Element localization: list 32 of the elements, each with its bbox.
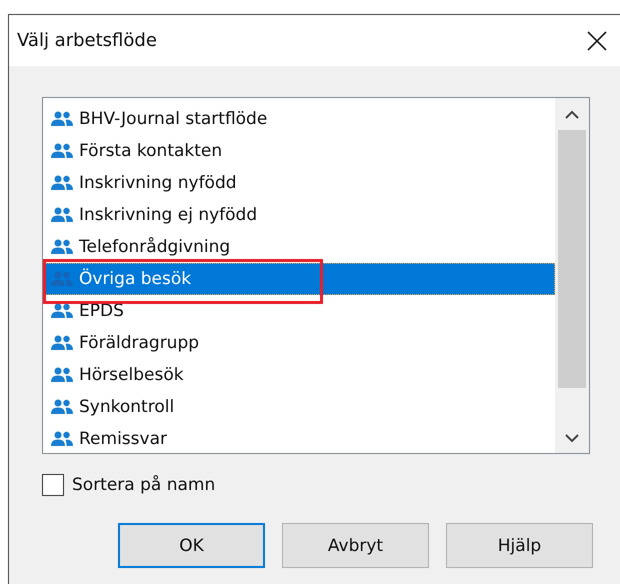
list-item[interactable]: Första kontakten bbox=[45, 135, 555, 167]
people-icon bbox=[51, 143, 73, 159]
people-icon bbox=[51, 335, 73, 351]
people-icon bbox=[51, 399, 73, 415]
people-icon bbox=[51, 303, 73, 319]
sort-checkbox[interactable] bbox=[42, 474, 64, 496]
people-icon bbox=[51, 367, 73, 383]
people-icon bbox=[51, 239, 73, 255]
scroll-up-icon[interactable] bbox=[565, 110, 579, 120]
people-icon bbox=[51, 431, 73, 447]
list-item[interactable]: Föräldragrupp bbox=[45, 327, 555, 359]
list-item[interactable]: Telefonrådgivning bbox=[45, 231, 555, 263]
list-item[interactable]: Remissvar bbox=[45, 423, 555, 453]
scroll-thumb[interactable] bbox=[558, 130, 586, 388]
dialog-button[interactable]: OK bbox=[118, 523, 265, 568]
dialog-button[interactable]: Hjälp bbox=[446, 523, 593, 568]
window-title: Välj arbetsflöde bbox=[17, 30, 157, 51]
people-icon bbox=[51, 207, 73, 223]
dialog-button[interactable]: Avbryt bbox=[282, 523, 429, 568]
close-icon bbox=[587, 30, 607, 50]
people-icon bbox=[51, 175, 73, 191]
people-icon bbox=[51, 271, 73, 287]
checkbox-label: Sortera på namn bbox=[72, 475, 216, 495]
list-item[interactable]: Inskrivning ej nyfödd bbox=[45, 199, 555, 231]
scroll-down-icon[interactable] bbox=[565, 433, 579, 443]
scrollbar[interactable] bbox=[555, 98, 589, 453]
list-item[interactable]: Övriga besök bbox=[45, 263, 555, 295]
list-item[interactable]: BHV-Journal startflöde bbox=[45, 103, 555, 135]
list-item[interactable]: Inskrivning nyfödd bbox=[45, 167, 555, 199]
list-item[interactable]: Synkontroll bbox=[45, 391, 555, 423]
list-item[interactable]: Hörselbesök bbox=[45, 359, 555, 391]
people-icon bbox=[51, 111, 73, 127]
